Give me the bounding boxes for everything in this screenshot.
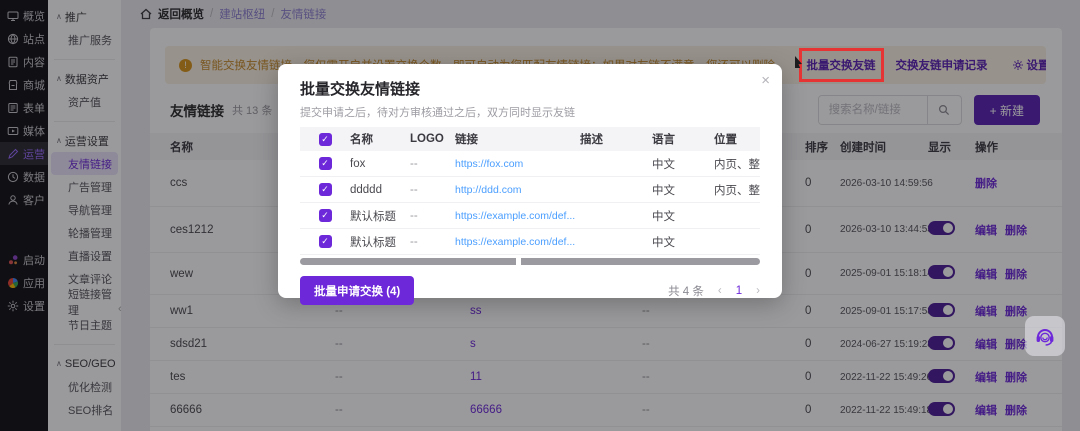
headset-icon (1033, 324, 1057, 348)
modal-column-header: 链接 (455, 131, 580, 147)
cell-lang: 中文 (652, 234, 714, 250)
pagination-total: 共 4 条 (668, 283, 704, 299)
modal-table-row: ✓ 默认标题 -- https://example.com/def... 中文 (300, 203, 760, 229)
cell-position: 内页、整站底部 (714, 182, 760, 198)
support-widget[interactable] (1025, 316, 1065, 356)
modal-subtitle: 提交申请之后，待对方审核通过之后，双方同时显示友链 (300, 104, 760, 120)
row-checkbox[interactable]: ✓ (319, 183, 332, 196)
select-all-checkbox[interactable]: ✓ (319, 133, 332, 146)
close-icon[interactable]: × (761, 72, 770, 89)
cell-logo: -- (410, 236, 455, 248)
modal-table-row: ✓ fox -- https://fox.com 中文 内页、整站底部 (300, 151, 760, 177)
cell-name: fox (350, 158, 410, 170)
cell-link[interactable]: https://example.com/def... (455, 236, 580, 248)
cell-lang: 中文 (652, 156, 714, 172)
pagination: 共 4 条 ‹ 1 › (668, 283, 760, 299)
horizontal-scrollbar[interactable] (300, 258, 760, 265)
cell-name: 默认标题 (350, 234, 410, 250)
cell-logo: -- (410, 184, 455, 196)
cell-position: 内页、整站底部 (714, 156, 760, 172)
cell-name: ddddd (350, 184, 410, 196)
select-all-checkbox-cell: ✓ (300, 133, 350, 146)
modal-footer: 批量申请交换 (4) 共 4 条 ‹ 1 › (300, 276, 760, 305)
modal-table-row: ✓ 默认标题 -- https://example.com/def... 中文 (300, 229, 760, 255)
batch-apply-button[interactable]: 批量申请交换 (4) (300, 276, 414, 305)
cell-logo: -- (410, 210, 455, 222)
cell-link[interactable]: https://fox.com (455, 158, 580, 170)
next-page-icon[interactable]: › (756, 285, 760, 297)
cell-link[interactable]: http://ddd.com (455, 184, 580, 196)
modal-column-header: 名称 (350, 131, 410, 147)
modal-column-header: 位置 (714, 131, 760, 147)
modal-column-header: LOGO (410, 133, 455, 145)
row-checkbox[interactable]: ✓ (319, 209, 332, 222)
page-number[interactable]: 1 (736, 285, 742, 297)
prev-page-icon[interactable]: ‹ (718, 285, 722, 297)
batch-exchange-modal: × 批量交换友情链接 提交申请之后，待对方审核通过之后，双方同时显示友链 ✓ 名称… (278, 64, 782, 298)
modal-table-row: ✓ ddddd -- http://ddd.com 中文 内页、整站底部 (300, 177, 760, 203)
modal-column-header: 语言 (652, 131, 714, 147)
cell-lang: 中文 (652, 208, 714, 224)
row-checkbox[interactable]: ✓ (319, 235, 332, 248)
cell-lang: 中文 (652, 182, 714, 198)
modal-table: ✓ 名称LOGO链接描述语言位置 ✓ fox -- https://fox.com… (300, 127, 760, 255)
cell-logo: -- (410, 158, 455, 170)
modal-title: 批量交换友情链接 (300, 78, 760, 99)
row-checkbox[interactable]: ✓ (319, 157, 332, 170)
cell-name: 默认标题 (350, 208, 410, 224)
cell-link[interactable]: https://example.com/def... (455, 210, 580, 222)
modal-column-header: 描述 (580, 131, 652, 147)
modal-table-header: ✓ 名称LOGO链接描述语言位置 (300, 127, 760, 151)
